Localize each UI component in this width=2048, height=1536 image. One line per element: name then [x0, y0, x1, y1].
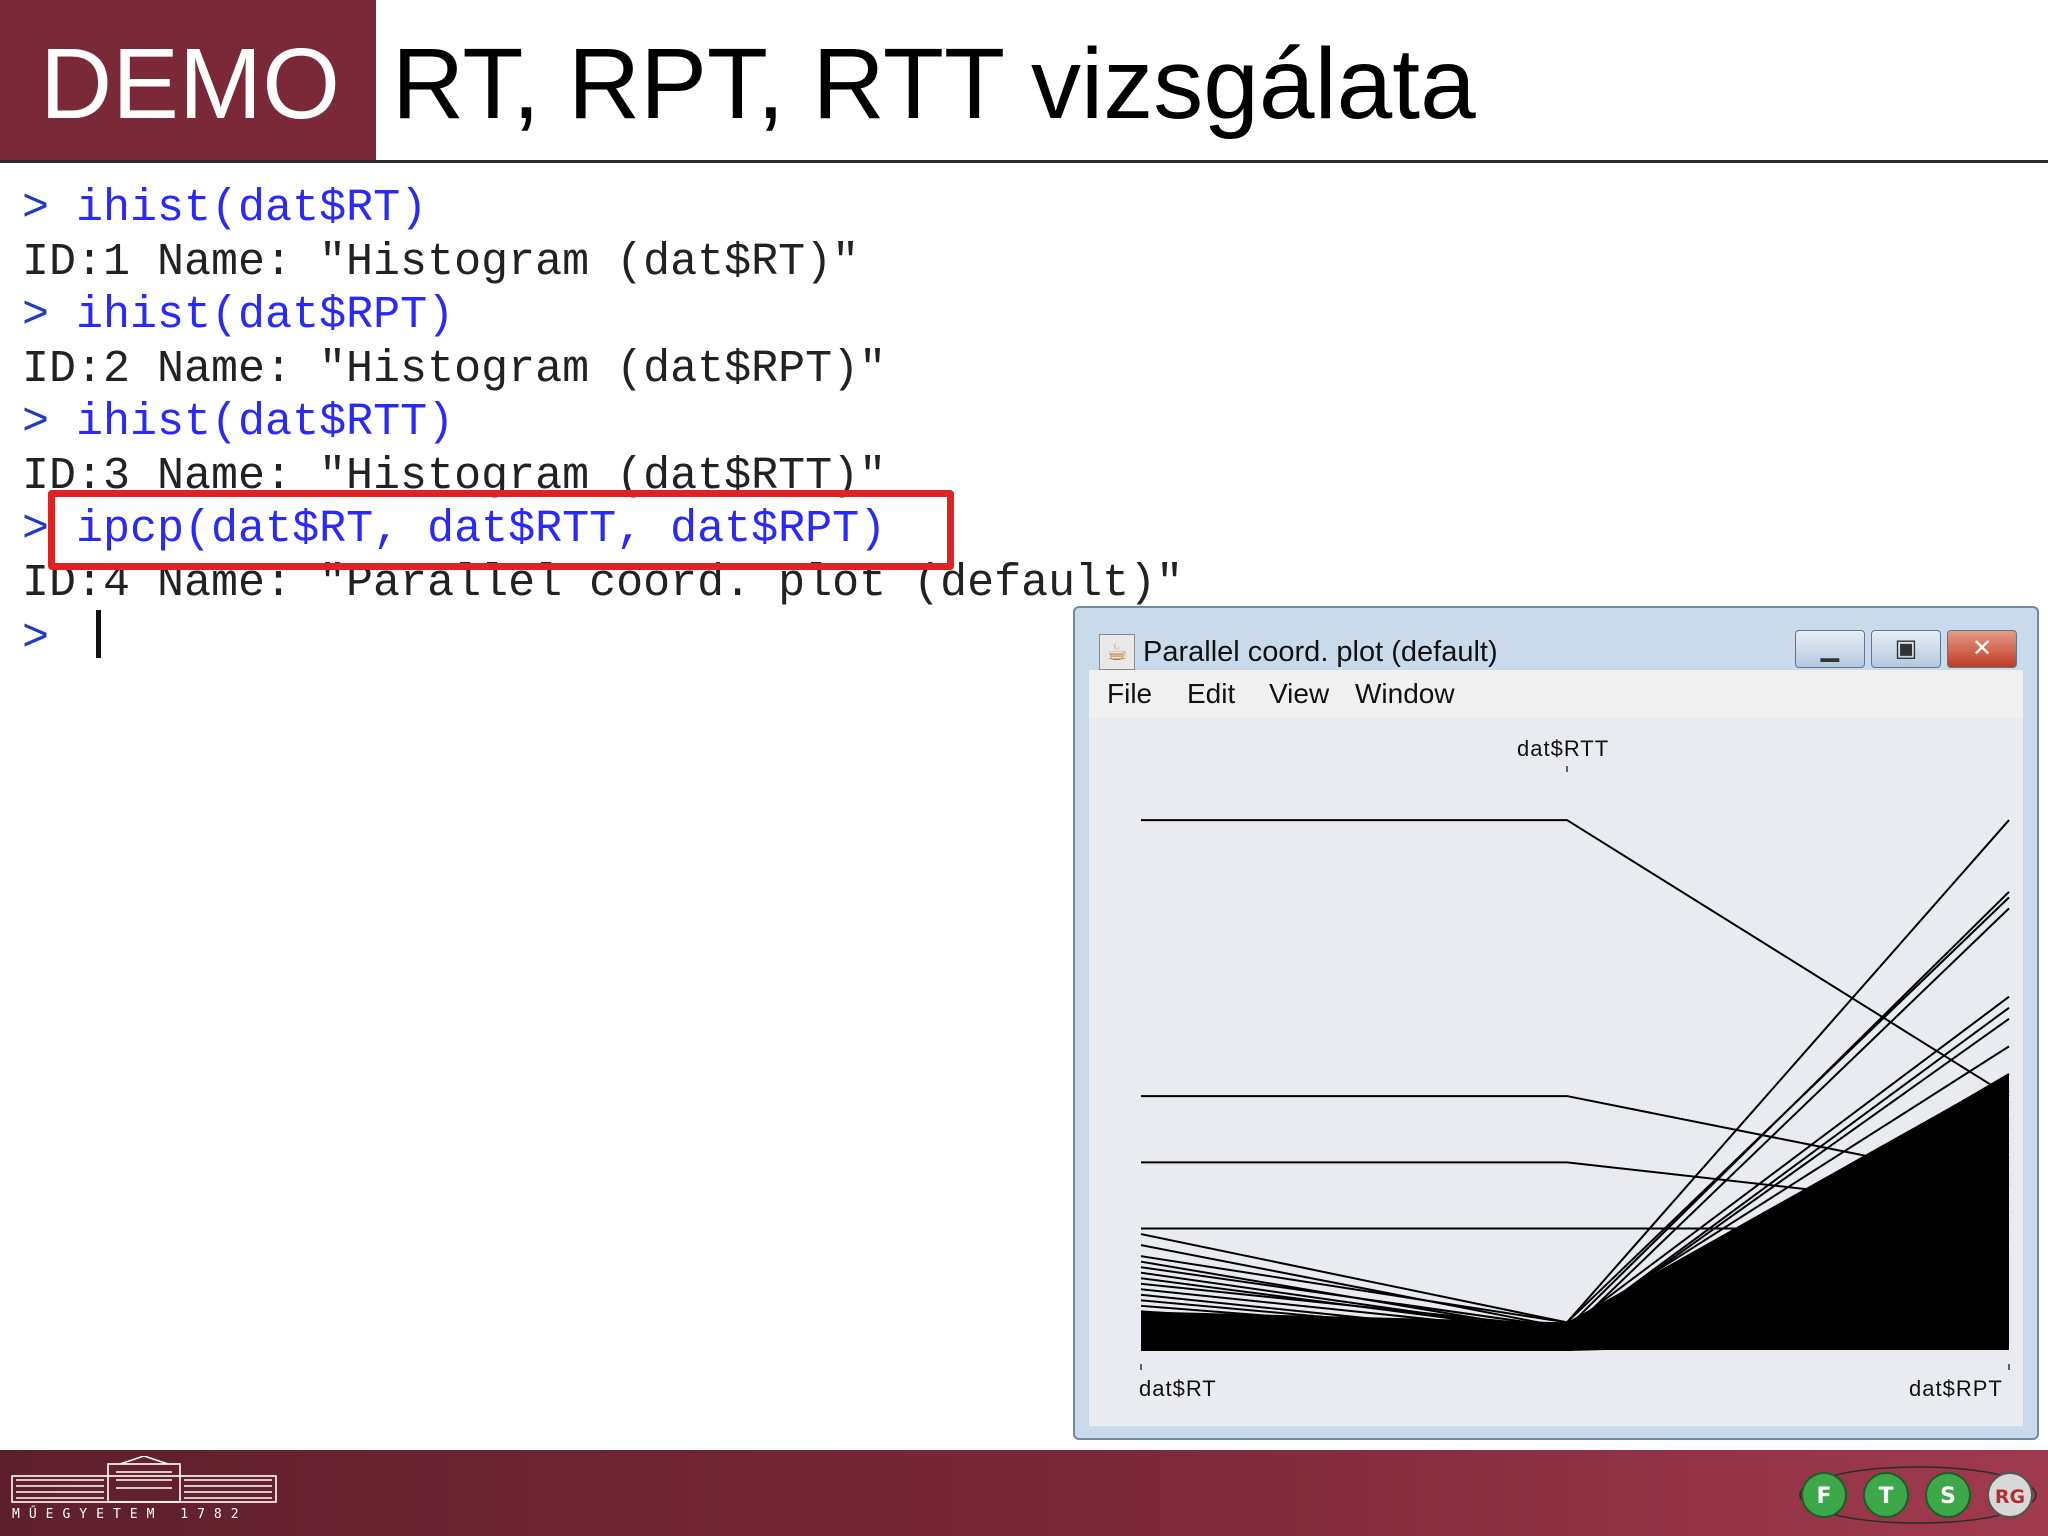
minimize-button[interactable]: ▁: [1795, 630, 1865, 668]
console-prompt: >: [22, 613, 50, 664]
window-menubar: File Edit View Window: [1089, 670, 2023, 718]
maximize-button[interactable]: ▣: [1871, 630, 1941, 668]
university-building-logo: MŰEGYETEM 1782: [11, 1456, 277, 1522]
window-title: Parallel coord. plot (default): [1143, 636, 1498, 668]
menu-window[interactable]: Window: [1355, 678, 1455, 710]
highlight-box: [48, 490, 954, 570]
maximize-icon: ▣: [1894, 634, 1918, 662]
axis-label-rtt: dat$RTT: [1517, 736, 1610, 761]
console-prompt: >: [22, 397, 50, 448]
console-output-line: ID:2 Name: "Histogram (dat$RPT)": [22, 343, 1183, 397]
java-cup-icon: ☕: [1099, 634, 1135, 670]
slide-title: RT, RPT, RTT vizsgálata: [392, 28, 1476, 140]
svg-text:MŰEGYETEM 1782: MŰEGYETEM 1782: [12, 1506, 248, 1522]
console-command-line: > ihist(dat$RTT): [22, 396, 1183, 450]
console-prompt: >: [22, 504, 50, 555]
demo-banner: DEMO: [0, 0, 376, 162]
plot-canvas[interactable]: [1089, 718, 2023, 1426]
text-cursor: [96, 610, 102, 658]
console-command: ihist(dat$RT): [76, 183, 428, 234]
axis-label-rpt: dat$RPT: [1909, 1376, 2003, 1401]
console-output: ID:2 Name: "Histogram (dat$RPT)": [22, 343, 887, 395]
console-command-line: > ihist(dat$RT): [22, 182, 1183, 236]
parallel-plot-window[interactable]: ☕ Parallel coord. plot (default) ▁ ▣ ✕ F…: [1073, 606, 2039, 1440]
console-output: ID:1 Name: "Histogram (dat$RT)": [22, 236, 860, 288]
svg-text:T: T: [1878, 1484, 1893, 1509]
console-output-line: ID:1 Name: "Histogram (dat$RT)": [22, 236, 1183, 290]
title-divider: [0, 160, 2048, 163]
menu-file[interactable]: File: [1107, 678, 1152, 710]
r-console[interactable]: > ihist(dat$RT) ID:1 Name: "Histogram (da…: [22, 182, 1183, 664]
menu-edit[interactable]: Edit: [1187, 678, 1235, 710]
svg-text:F: F: [1816, 1484, 1831, 1509]
svg-text:S: S: [1940, 1484, 1956, 1509]
close-icon: ✕: [1971, 634, 1993, 662]
svg-text:RG: RG: [1995, 1486, 2025, 1508]
axis-label-rt: dat$RT: [1139, 1376, 1217, 1401]
console-command-line: > ihist(dat$RPT): [22, 289, 1183, 343]
data-line[interactable]: [1141, 819, 2010, 1097]
demo-label: DEMO: [40, 28, 340, 140]
menu-view[interactable]: View: [1269, 678, 1329, 710]
close-button[interactable]: ✕: [1947, 630, 2017, 668]
console-prompt: >: [22, 290, 50, 341]
console-command: ihist(dat$RPT): [76, 290, 455, 341]
console-prompt: >: [22, 183, 50, 234]
console-command-line: >: [22, 610, 1183, 664]
ftsrg-logo: F T S RG: [1799, 1466, 2037, 1524]
parallel-coord-plot[interactable]: dat$RT dat$RTT dat$RPT: [1089, 718, 2023, 1426]
console-command: ihist(dat$RTT): [76, 397, 455, 448]
footer-bar: MŰEGYETEM 1782 F T S RG: [0, 1450, 2048, 1536]
minimize-icon: ▁: [1820, 634, 1840, 662]
